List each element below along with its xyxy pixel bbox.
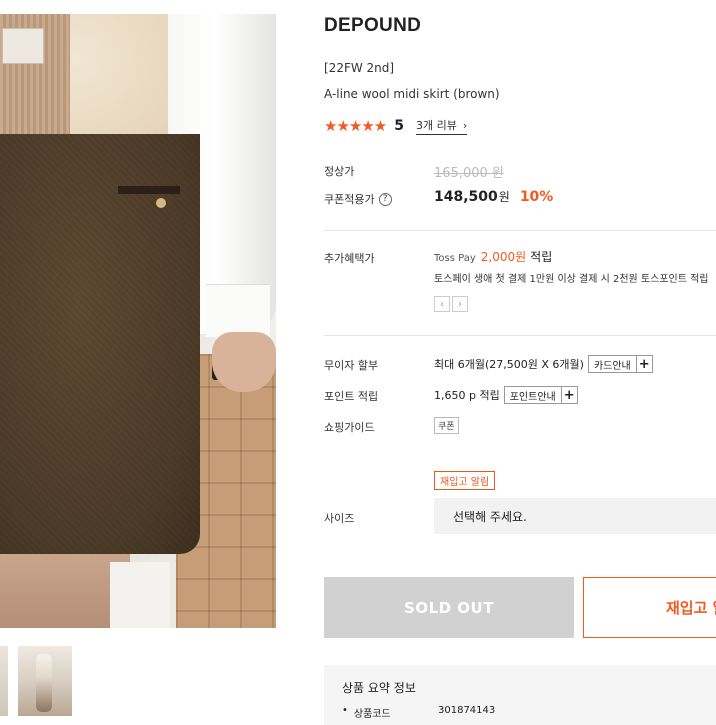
installment-row: 최대 6개월(27,500원 X 6개월) 카드안내 +	[434, 355, 653, 373]
review-count: 3개 리뷰	[416, 119, 457, 132]
chevron-right-icon[interactable]: ›	[452, 296, 468, 312]
chevron-right-icon: ›	[462, 118, 468, 132]
restock-alert-badge[interactable]: 재입고 알림	[434, 471, 496, 490]
summary-title: 상품 요약 정보	[342, 681, 416, 695]
toss-benefit: Toss Pay 2,000원 적립	[434, 248, 552, 265]
points-label: 포인트 적립	[324, 390, 379, 403]
coupon-price: 148,500 원 10%	[434, 188, 553, 205]
currency-unit: 원	[498, 190, 510, 204]
points-row: 1,650 p 적립 포인트안내 +	[434, 386, 578, 404]
product-code-value: 301874143	[438, 705, 496, 716]
product-name: A-line wool midi skirt (brown)	[324, 87, 500, 101]
restock-button[interactable]: 재입고 알림	[583, 577, 716, 638]
coupon-price-label-row: 쿠폰적용가 ?	[324, 191, 392, 207]
coupon-price-value: 148,500	[434, 189, 498, 205]
shopping-guide-label: 쇼핑가이드	[324, 421, 375, 434]
star-rating-icon: ★★★★★	[324, 117, 387, 135]
benefit-amount: 2,000원	[480, 250, 527, 264]
size-label: 사이즈	[324, 512, 355, 525]
plus-icon[interactable]: +	[561, 386, 578, 404]
regular-price: 165,000 원	[434, 166, 504, 181]
divider	[324, 335, 716, 336]
product-thumbnail[interactable]	[0, 646, 8, 716]
benefit-pager: ‹ ›	[434, 296, 470, 312]
rating-score: 5	[394, 118, 404, 134]
coupon-price-label: 쿠폰적용가	[324, 193, 375, 206]
review-link[interactable]: 3개 리뷰 ›	[416, 117, 468, 135]
product-tag: [22FW 2nd]	[324, 61, 395, 75]
plus-icon[interactable]: +	[636, 355, 653, 373]
product-thumbnail[interactable]	[18, 646, 72, 716]
bullet-icon: •	[342, 705, 348, 716]
product-code-label: 상품코드	[353, 709, 391, 720]
product-main-image	[0, 14, 276, 628]
points-info-button[interactable]: 포인트안내	[503, 386, 562, 404]
chevron-left-icon[interactable]: ‹	[434, 296, 450, 312]
benefit-earn: 적립	[530, 250, 553, 264]
help-icon[interactable]: ?	[378, 192, 392, 206]
discount-rate: 10%	[519, 189, 554, 205]
toss-pay-label: Toss Pay	[434, 253, 476, 264]
size-select[interactable]: 선택해 주세요.	[434, 498, 716, 534]
divider	[324, 230, 716, 231]
installment-label: 무이자 할부	[324, 359, 379, 372]
regular-price-label: 정상가	[324, 165, 355, 178]
sold-out-button[interactable]: SOLD OUT	[324, 577, 574, 638]
product-info-panel: DEPOUND [22FW 2nd] A-line wool midi skir…	[324, 0, 716, 725]
rating: ★★★★★ 5 3개 리뷰 ›	[324, 117, 468, 135]
brand-name: DEPOUND	[324, 15, 422, 36]
extra-benefit-label: 추가혜택가	[324, 252, 375, 265]
summary-row: • 상품코드 301874143	[342, 705, 495, 720]
product-summary: 상품 요약 정보 • 상품코드 301874143	[324, 665, 716, 725]
coupon-chip[interactable]: 쿠폰	[434, 417, 459, 434]
installment-value: 최대 6개월(27,500원 X 6개월)	[434, 358, 584, 371]
points-value: 1,650 p 적립	[434, 389, 500, 402]
card-info-button[interactable]: 카드안내	[587, 355, 637, 373]
benefit-description: 토스페이 생애 첫 결제 1만원 이상 결제 시 2천원 토스포인트 적립	[434, 274, 709, 285]
